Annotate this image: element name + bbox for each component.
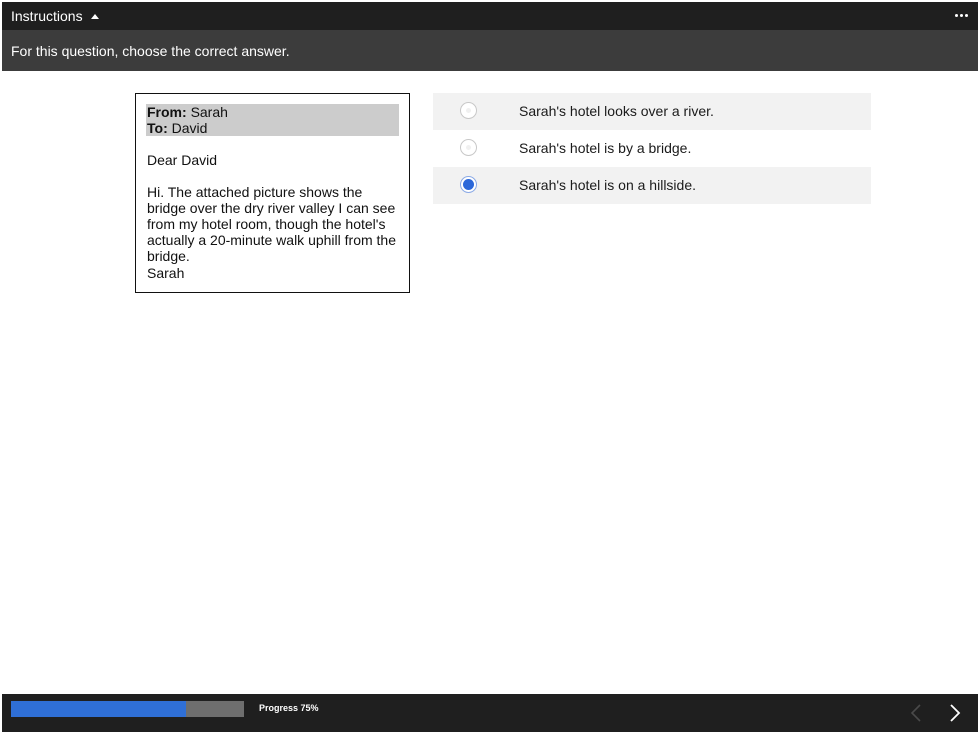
radio-button-selected[interactable] [460, 176, 477, 193]
test-screen: Instructions For this question, choose t… [2, 2, 978, 732]
previous-button[interactable] [904, 700, 930, 726]
chevron-left-icon [910, 704, 921, 722]
answer-option-2[interactable]: Sarah's hotel is by a bridge. [433, 130, 871, 167]
top-bar: Instructions [2, 2, 978, 30]
to-value: David [171, 120, 208, 136]
email-from: From: Sarah [147, 104, 399, 120]
instructions-label: Instructions [11, 8, 83, 24]
email-greeting: Dear David [147, 152, 218, 168]
from-value: Sarah [190, 104, 228, 120]
option-label: Sarah's hotel is on a hillside. [519, 177, 696, 193]
caret-up-icon [90, 14, 99, 19]
answer-option-3[interactable]: Sarah's hotel is on a hillside. [433, 167, 871, 204]
instructions-toggle[interactable]: Instructions [11, 2, 99, 30]
more-options-button[interactable] [955, 8, 968, 22]
bottom-bar: Progress 75% [2, 694, 978, 732]
email-to: To: David [147, 120, 399, 136]
next-button[interactable] [942, 700, 968, 726]
answer-options: Sarah's hotel looks over a river. Sarah'… [433, 93, 871, 204]
radio-button[interactable] [460, 139, 477, 156]
progress-fill [11, 701, 186, 717]
progress-bar [11, 701, 244, 717]
more-horizontal-icon [955, 13, 958, 17]
radio-button[interactable] [460, 102, 477, 119]
option-label: Sarah's hotel is by a bridge. [519, 140, 692, 156]
email-header: From: Sarah To: David [146, 104, 399, 136]
email-card: From: Sarah To: David Dear David Hi. The… [135, 93, 410, 293]
instruction-bar: For this question, choose the correct an… [2, 30, 978, 71]
progress-text: Progress 75% [259, 703, 319, 713]
instruction-text: For this question, choose the correct an… [11, 42, 290, 59]
email-signature: Sarah [147, 265, 185, 281]
chevron-right-icon [950, 704, 961, 722]
to-label: To: [147, 120, 168, 136]
email-body: Hi. The attached picture shows the bridg… [147, 184, 397, 264]
answer-option-1[interactable]: Sarah's hotel looks over a river. [433, 93, 871, 130]
option-label: Sarah's hotel looks over a river. [519, 103, 714, 119]
from-label: From: [147, 104, 187, 120]
